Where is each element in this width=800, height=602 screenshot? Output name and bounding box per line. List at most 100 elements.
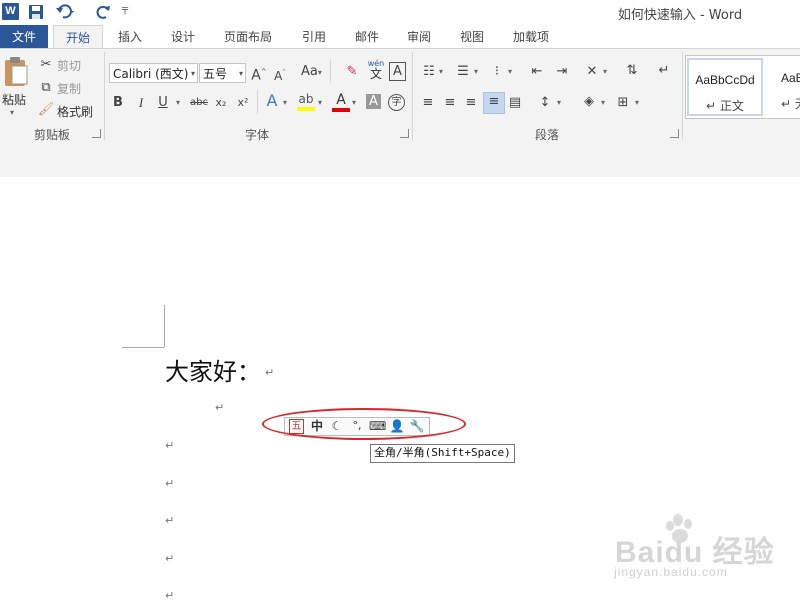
underline-dropdown-icon[interactable]: ▾ <box>176 98 180 107</box>
chevron-down-icon: ▾ <box>190 69 195 78</box>
enclose-character-icon[interactable]: 字 <box>388 94 405 111</box>
clear-format-icon[interactable]: ✎ <box>343 63 361 81</box>
tab-home[interactable]: 开始 <box>53 25 103 50</box>
paste-icon[interactable] <box>3 56 29 88</box>
phonetic-char: 文 <box>369 67 382 81</box>
highlight-icon[interactable]: ab <box>297 92 315 114</box>
group-divider <box>682 52 683 140</box>
format-painter-button[interactable]: 格式刷 <box>57 103 93 120</box>
style-sample: AaBbCcDd <box>695 73 755 87</box>
divider <box>257 90 258 114</box>
distributed-icon[interactable]: ▤ <box>507 94 523 112</box>
tab-addins[interactable]: 加载项 <box>504 25 558 49</box>
font-group-label: 字体 <box>244 128 269 142</box>
shading-icon[interactable]: ◈ <box>580 93 598 111</box>
bullets-icon[interactable]: ☷ <box>420 63 438 81</box>
subscript-icon[interactable]: x₂ <box>213 94 229 112</box>
style-no-spacing[interactable]: AaBbC ↵ 无间 <box>762 58 800 116</box>
tab-page-layout[interactable]: 页面布局 <box>216 25 280 49</box>
window-title: 如何快速输入 - Word <box>617 8 743 23</box>
style-sample: AaBbC <box>780 71 800 85</box>
tab-view[interactable]: 视图 <box>449 25 495 49</box>
watermark-url: jingyan.baidu.com <box>614 565 728 579</box>
grow-font-icon[interactable]: A^ <box>251 63 267 85</box>
redo-icon[interactable] <box>94 2 114 22</box>
highlight-ellipse <box>262 408 466 440</box>
copy-button[interactable]: 复制 <box>57 80 81 97</box>
chevron-down-icon: ▾ <box>238 69 243 78</box>
increase-indent-icon[interactable]: ⇥ <box>553 63 571 81</box>
bold-icon[interactable]: B <box>111 94 125 112</box>
copy-icon[interactable]: ⧉ <box>38 79 54 97</box>
multilevel-dropdown-icon[interactable]: ▾ <box>508 67 512 76</box>
justify-icon[interactable]: ≡ <box>483 92 505 114</box>
paragraph-mark: ↵ <box>165 439 175 452</box>
font-family-combo[interactable]: Calibri (西文) ▾ <box>109 63 198 83</box>
tab-design[interactable]: 设计 <box>160 25 206 49</box>
word-app-icon[interactable]: W <box>2 3 19 20</box>
multilevel-list-icon[interactable]: ⁝ <box>488 63 506 81</box>
chinese-layout-icon[interactable]: ✕ <box>583 63 601 81</box>
paragraph-launcher-icon[interactable] <box>670 129 679 138</box>
text-effects-dropdown-icon[interactable]: ▾ <box>283 98 287 107</box>
font-color-icon[interactable]: A <box>332 92 350 114</box>
numbering-dropdown-icon[interactable]: ▾ <box>474 67 478 76</box>
cut-icon[interactable]: ✂ <box>38 56 54 74</box>
borders-icon[interactable]: ⊞ <box>615 94 631 112</box>
style-name: ↵ 正文 <box>706 99 744 113</box>
superscript-icon[interactable]: x² <box>235 94 251 112</box>
shrink-font-icon[interactable]: Aˇ <box>272 64 288 85</box>
chinese-layout-dropdown-icon[interactable]: ▾ <box>603 67 607 76</box>
font-color-dropdown-icon[interactable]: ▾ <box>352 98 356 107</box>
style-normal[interactable]: AaBbCcDd ↵ 正文 <box>687 58 763 116</box>
font-size-combo[interactable]: 五号 ▾ <box>199 63 246 83</box>
numbering-icon[interactable]: ☰ <box>454 63 472 81</box>
paragraph-mark: ↵ <box>215 401 225 414</box>
paragraph-mark: ↵ <box>165 477 175 490</box>
font-launcher-icon[interactable] <box>400 129 409 138</box>
borders-dropdown-icon[interactable]: ▾ <box>635 98 639 107</box>
paste-button[interactable]: 粘贴 <box>2 91 26 108</box>
align-right-icon[interactable]: ≡ <box>463 94 479 112</box>
save-icon[interactable] <box>26 2 46 22</box>
format-painter-icon[interactable]: 🖌 <box>37 101 55 119</box>
line-spacing-dropdown-icon[interactable]: ▾ <box>557 98 561 107</box>
tab-file[interactable]: 文件 <box>0 25 48 49</box>
divider <box>330 59 331 83</box>
bullets-dropdown-icon[interactable]: ▾ <box>439 67 443 76</box>
change-case-icon[interactable]: Aa▾ <box>301 63 322 82</box>
paragraph-mark: ↵ <box>165 552 175 565</box>
undo-icon[interactable] <box>54 2 78 22</box>
sort-icon[interactable]: ⇅ <box>623 62 641 80</box>
cut-button[interactable]: 剪切 <box>57 57 81 74</box>
decrease-indent-icon[interactable]: ⇤ <box>528 63 546 81</box>
document-text[interactable]: 大家好： <box>165 352 261 387</box>
phonetic-guide-icon[interactable]: wén 文 <box>366 59 386 83</box>
paragraph-group-label: 段落 <box>534 128 559 142</box>
font-size-value: 五号 <box>203 67 228 81</box>
customize-qat-icon[interactable]: ╤ <box>122 4 128 15</box>
strikethrough-icon[interactable]: abc <box>188 94 210 112</box>
shading-dropdown-icon[interactable]: ▾ <box>601 98 605 107</box>
highlight-dropdown-icon[interactable]: ▾ <box>318 98 322 107</box>
paste-dropdown-icon[interactable]: ▾ <box>10 108 14 117</box>
page-margin-mark <box>164 305 165 347</box>
italic-icon[interactable]: I <box>134 94 148 112</box>
underline-icon[interactable]: U <box>156 94 170 112</box>
tab-insert[interactable]: 插入 <box>107 25 153 49</box>
show-marks-icon[interactable]: ↵ <box>655 62 673 80</box>
character-shading-icon[interactable]: A <box>366 94 381 109</box>
line-spacing-icon[interactable]: ↕ <box>537 94 553 112</box>
ruler-area <box>0 143 800 178</box>
tab-mailings[interactable]: 邮件 <box>344 25 390 49</box>
tab-review[interactable]: 审阅 <box>396 25 442 49</box>
change-case-label: Aa <box>301 64 318 79</box>
clipboard-launcher-icon[interactable] <box>92 129 101 138</box>
style-name: ↵ 无间 <box>781 97 800 111</box>
text-effects-icon[interactable]: A <box>264 92 280 110</box>
tab-references[interactable]: 引用 <box>291 25 337 49</box>
align-center-icon[interactable]: ≡ <box>442 94 458 112</box>
tooltip: 全角/半角(Shift+Space) <box>370 444 515 463</box>
align-left-icon[interactable]: ≡ <box>420 94 436 112</box>
character-border-icon[interactable]: A <box>389 62 406 81</box>
